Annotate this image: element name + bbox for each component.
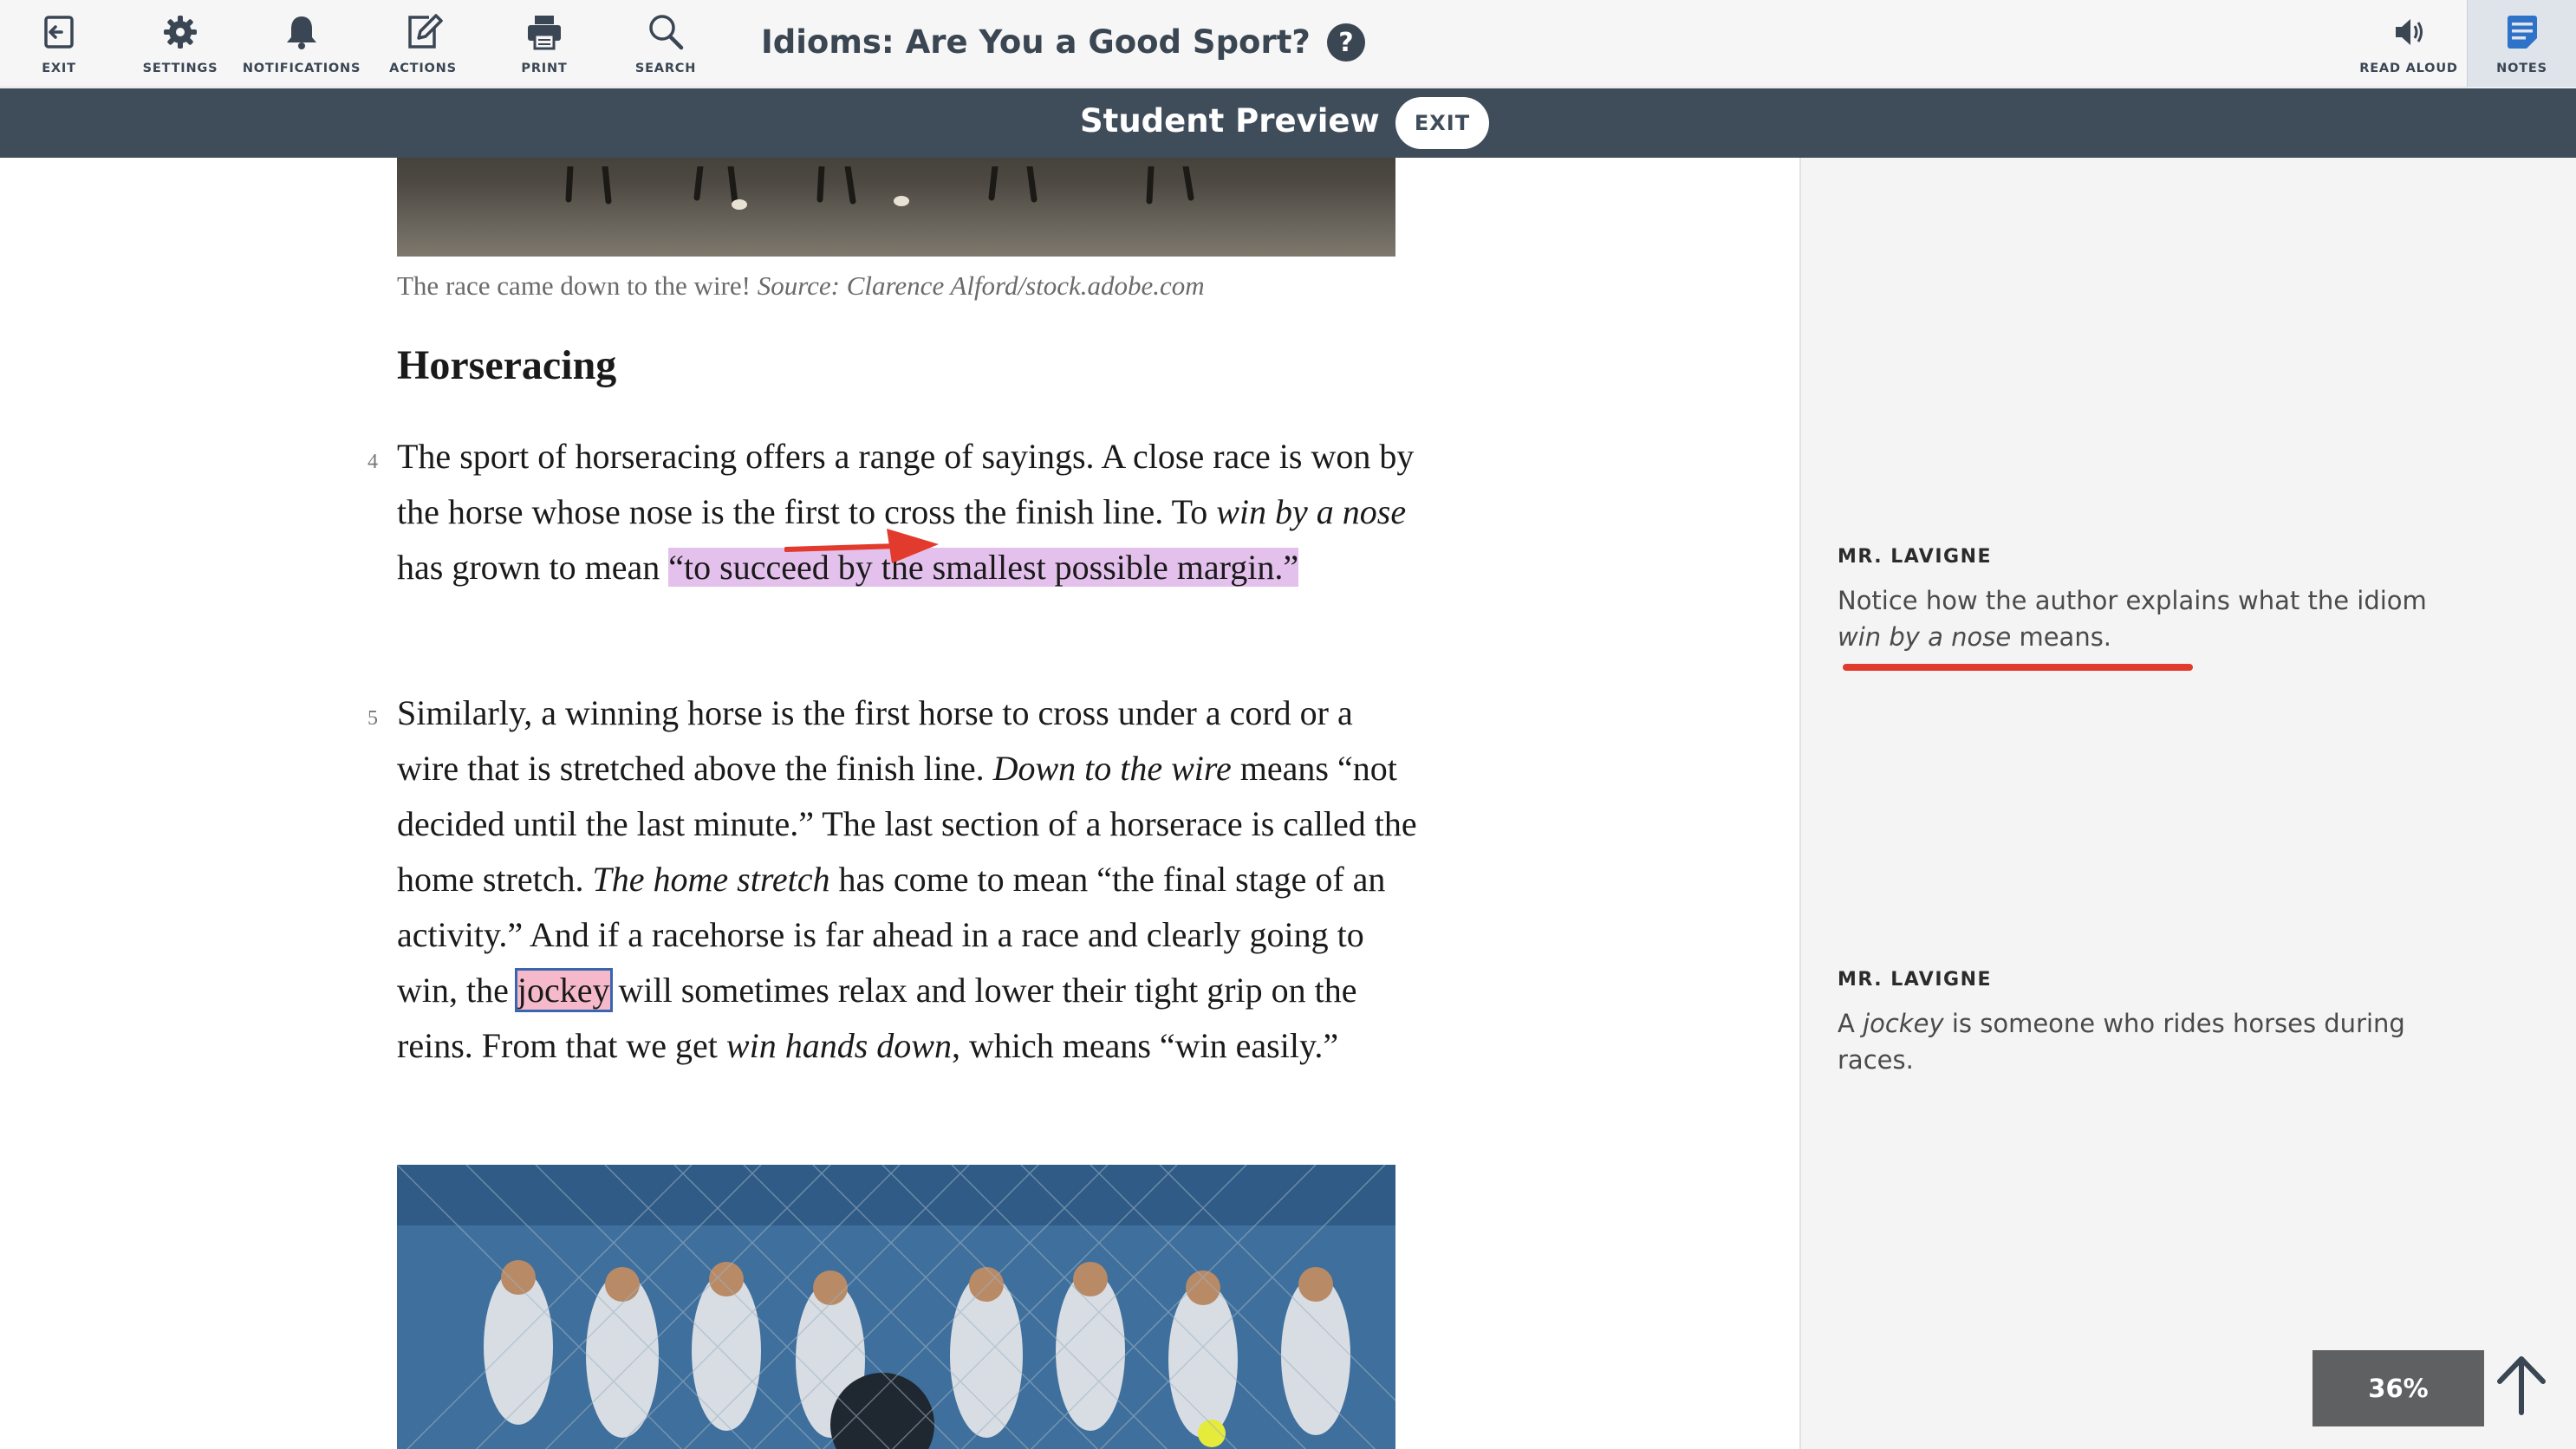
p5-text-5: , which means “win easily.” [951,1026,1339,1065]
notifications-label: NOTIFICATIONS [242,62,361,75]
notes-label: NOTES [2496,62,2547,75]
preview-title: Student Preview [1080,102,1380,140]
p5-idiom-2: The home stretch [592,860,830,899]
p5-idiom-3: win hands down [725,1026,952,1065]
notes-icon [2507,16,2537,49]
exit-preview-button[interactable]: EXIT [1395,97,1489,149]
actions-label: ACTIONS [389,62,457,75]
settings-label: SETTINGS [142,62,218,75]
exit-icon [44,16,74,49]
note-text: Notice how the author explains what the … [1838,582,2444,655]
print-button[interactable]: PRINT [511,0,577,88]
highlight-definition[interactable]: “to succeed by the smallest possible mar… [668,548,1299,587]
search-icon [649,15,684,50]
gear-icon [164,16,197,49]
note-1-text-2: means. [2011,622,2112,652]
p4-text-2: has grown to mean [397,548,669,587]
search-button[interactable]: SEARCH [631,0,700,88]
note-author: MR. LAVIGNE [1838,969,1993,991]
printer-icon [528,16,561,50]
note-1-text-1: Notice how the author explains what the … [1838,586,2427,615]
note-2-term: jockey [1863,1009,1944,1038]
read-aloud-button[interactable]: READ ALOUD [2358,0,2460,88]
p4-idiom: win by a nose [1216,492,1407,531]
notifications-button[interactable]: NOTIFICATIONS [243,0,361,88]
note-author: MR. LAVIGNE [1838,546,1993,568]
highlight-jockey[interactable]: jockey [514,968,613,1012]
read-aloud-label: READ ALOUD [2359,62,2458,75]
notes-pane: MR. LAVIGNE Notice how the author explai… [1799,158,2576,1449]
horserace-photo [397,158,1395,257]
p5-idiom-1: Down to the wire [992,749,1232,788]
edit-icon [408,14,443,49]
caption-text: The race came down to the wire! [397,270,758,301]
bell-icon [287,16,316,49]
red-arrow-annotation [784,529,939,563]
notes-button[interactable]: NOTES [2467,0,2576,88]
dugout-fence-image [397,1165,1395,1449]
paragraph-number: 4 [368,451,378,473]
top-toolbar: EXIT SETTINGS NOTIFICATIONS ACTIONS PRIN… [0,0,2576,88]
section-heading: Horseracing [397,342,617,388]
paragraph-4: The sport of horseracing offers a range … [397,429,1420,595]
student-preview-banner: Student Preview EXIT [0,88,2576,158]
exit-button[interactable]: EXIT [26,0,92,88]
settings-button[interactable]: SETTINGS [139,0,222,88]
note-1-idiom: win by a nose [1838,622,2012,652]
speaker-icon [2396,19,2423,45]
paragraph-number: 5 [368,707,378,730]
caption-source: Source: Clarence Alford/stock.adobe.com [757,270,1205,301]
document-title: Idioms: Are You a Good Sport? [761,23,1311,61]
exit-label: EXIT [42,62,76,75]
note-text: A jockey is someone who rides horses dur… [1838,1005,2444,1078]
paragraph-5: Similarly, a winning horse is the first … [397,686,1420,1074]
search-label: SEARCH [634,62,697,75]
red-underline-annotation [1843,664,2193,671]
scroll-to-top-icon[interactable] [2493,1352,2550,1420]
reading-progress-badge: 36% [2313,1350,2484,1426]
note-2-text-1: A [1838,1009,1864,1038]
photo-caption: The race came down to the wire! Source: … [397,270,1205,302]
actions-button[interactable]: ACTIONS [385,0,461,88]
softball-photo [397,1165,1395,1449]
help-button[interactable]: ? [1327,23,1365,62]
print-label: PRINT [521,62,568,75]
horse-legs-image [565,166,1194,210]
reading-pane: The race came down to the wire! Source: … [0,158,1799,1449]
